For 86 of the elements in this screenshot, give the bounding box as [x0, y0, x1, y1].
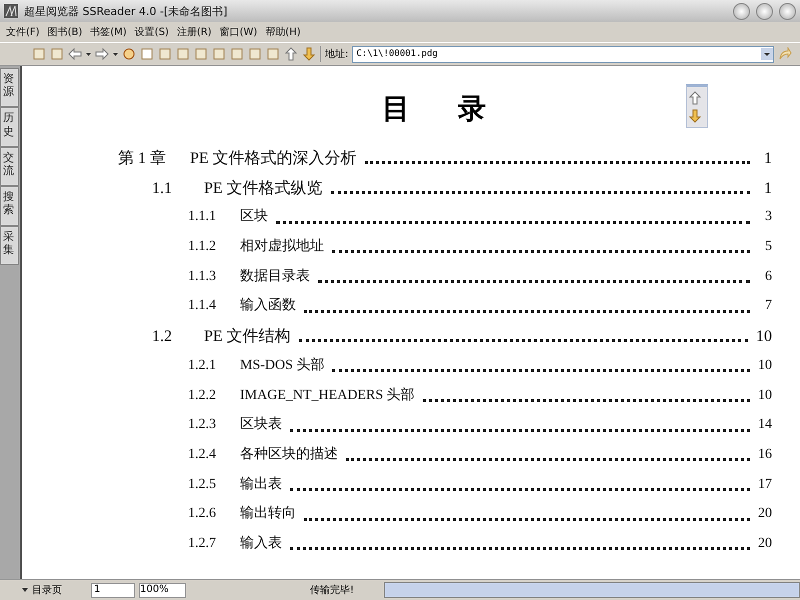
toc-number: 1.1.2 [188, 239, 217, 256]
toc-title: 输入表 [240, 534, 282, 552]
toc-title: 区块 [240, 208, 268, 226]
toolbar-icon[interactable] [176, 47, 190, 61]
toc-page-number: 3 [764, 209, 772, 226]
toc-title: 输入函数 [240, 296, 296, 314]
toc-number: 1.1.1 [188, 209, 217, 226]
toc-title: PE 文件格式的深入分析 [190, 148, 357, 169]
toc-title: 各种区块的描述 [240, 446, 338, 463]
toc-page-number: 7 [764, 298, 772, 314]
address-field[interactable]: C:\1\!00001.pdg [352, 46, 774, 62]
page-number-field[interactable]: 1 [91, 582, 135, 598]
left-arrow-icon[interactable] [68, 47, 82, 61]
toolbar-icon[interactable] [212, 47, 226, 61]
menu-item[interactable]: 窗口(W) [220, 25, 258, 39]
toolbar-icon[interactable] [248, 47, 262, 61]
toc-page-number: 10 [758, 358, 772, 374]
toc-page-number: 20 [758, 506, 772, 522]
toc-title: 输出表 [240, 476, 282, 493]
toc-number: 1.2.2 [188, 388, 217, 404]
toc-title: PE 文件格式纵览 [204, 178, 323, 199]
toc-page-number: 6 [764, 268, 772, 285]
side-tab[interactable]: 交流 [0, 146, 19, 186]
toc-page-number: 20 [758, 536, 772, 552]
toc-title: PE 文件结构 [204, 326, 291, 348]
toolbar-icon[interactable] [230, 47, 244, 61]
toc-page-number: 10 [756, 328, 772, 346]
up-arrow-icon[interactable] [284, 47, 298, 61]
menu-item[interactable]: 注册(R) [176, 25, 212, 39]
toc-page-number: 16 [758, 446, 772, 463]
toolbar-icon[interactable] [266, 47, 280, 61]
menu-item[interactable]: 图书(B) [48, 25, 82, 39]
toc-title: IMAGE_NT_HEADERS 头部 [240, 386, 415, 404]
horizontal-scrollbar[interactable] [384, 582, 800, 598]
toc-number: 1.2.7 [188, 536, 217, 552]
toc-number: 1.2.6 [188, 506, 217, 522]
toc-page-number: 1 [763, 180, 772, 198]
side-tab[interactable]: 资源 [0, 68, 19, 108]
toolbar-icon[interactable] [194, 47, 208, 61]
toc-number: 1.2.4 [188, 446, 217, 463]
menu-item[interactable]: 帮助(H) [265, 25, 301, 39]
down-arrow-icon[interactable] [688, 109, 702, 123]
toc-page-number: 17 [758, 476, 772, 493]
menu-item[interactable]: 文件(F) [6, 25, 40, 39]
address-label: 地址: [325, 48, 348, 61]
toc-number: 1.1.3 [188, 268, 217, 285]
toc-number: 1.2.1 [188, 358, 217, 374]
toolbar-icon[interactable] [158, 47, 172, 61]
window-title: 超星阅览器 SSReader 4.0 -[未命名图书] [24, 4, 228, 18]
toc-number: 1.1.4 [188, 298, 217, 314]
menu-item[interactable]: 书签(M) [90, 25, 127, 39]
down-arrow-icon[interactable] [302, 47, 316, 61]
toc-title: 输出转向 [240, 504, 296, 522]
zoom-dropdown[interactable]: 100% [139, 582, 186, 598]
toc-page-number: 14 [758, 417, 772, 434]
dropdown-caret-icon[interactable] [113, 52, 118, 56]
toc-number: 第 1 章 [118, 148, 167, 169]
dropdown-caret-icon[interactable] [86, 52, 91, 56]
menu-item[interactable]: 设置(S) [134, 25, 169, 39]
side-tab[interactable]: 历史 [0, 107, 19, 147]
toc-title: 数据目录表 [240, 268, 310, 285]
toc-title: MS-DOS 头部 [240, 356, 324, 374]
dropdown-caret-icon[interactable] [761, 48, 773, 60]
toolbar-icon[interactable] [140, 47, 154, 61]
toc-number: 1.2 [152, 328, 173, 346]
toc-title: 区块表 [240, 416, 282, 434]
dropdown-caret-icon[interactable] [22, 588, 28, 592]
toc-page-number: 1 [763, 150, 772, 168]
page-heading: 目录 [382, 91, 534, 127]
up-arrow-icon[interactable] [688, 91, 702, 105]
side-tab[interactable]: 采集 [0, 226, 19, 265]
toc-number: 1.1 [152, 180, 173, 198]
side-tab[interactable]: 搜索 [0, 186, 19, 226]
view-dropdown[interactable]: 目录页 [32, 583, 87, 597]
right-arrow-icon[interactable] [95, 47, 109, 61]
page-scroll-control[interactable] [686, 84, 708, 128]
toc-number: 1.2.5 [188, 476, 217, 493]
toc-page-number: 5 [764, 239, 772, 256]
toc-title: 相对虚拟地址 [240, 237, 324, 256]
toolbar-icon[interactable] [50, 47, 64, 61]
toc-page-number: 10 [758, 388, 772, 404]
toc-number: 1.2.3 [188, 417, 217, 434]
app-icon [4, 4, 18, 18]
go-arrow-icon[interactable] [778, 47, 792, 61]
toolbar-icon[interactable] [32, 47, 46, 61]
status-message: 传输完毕! [310, 584, 356, 597]
